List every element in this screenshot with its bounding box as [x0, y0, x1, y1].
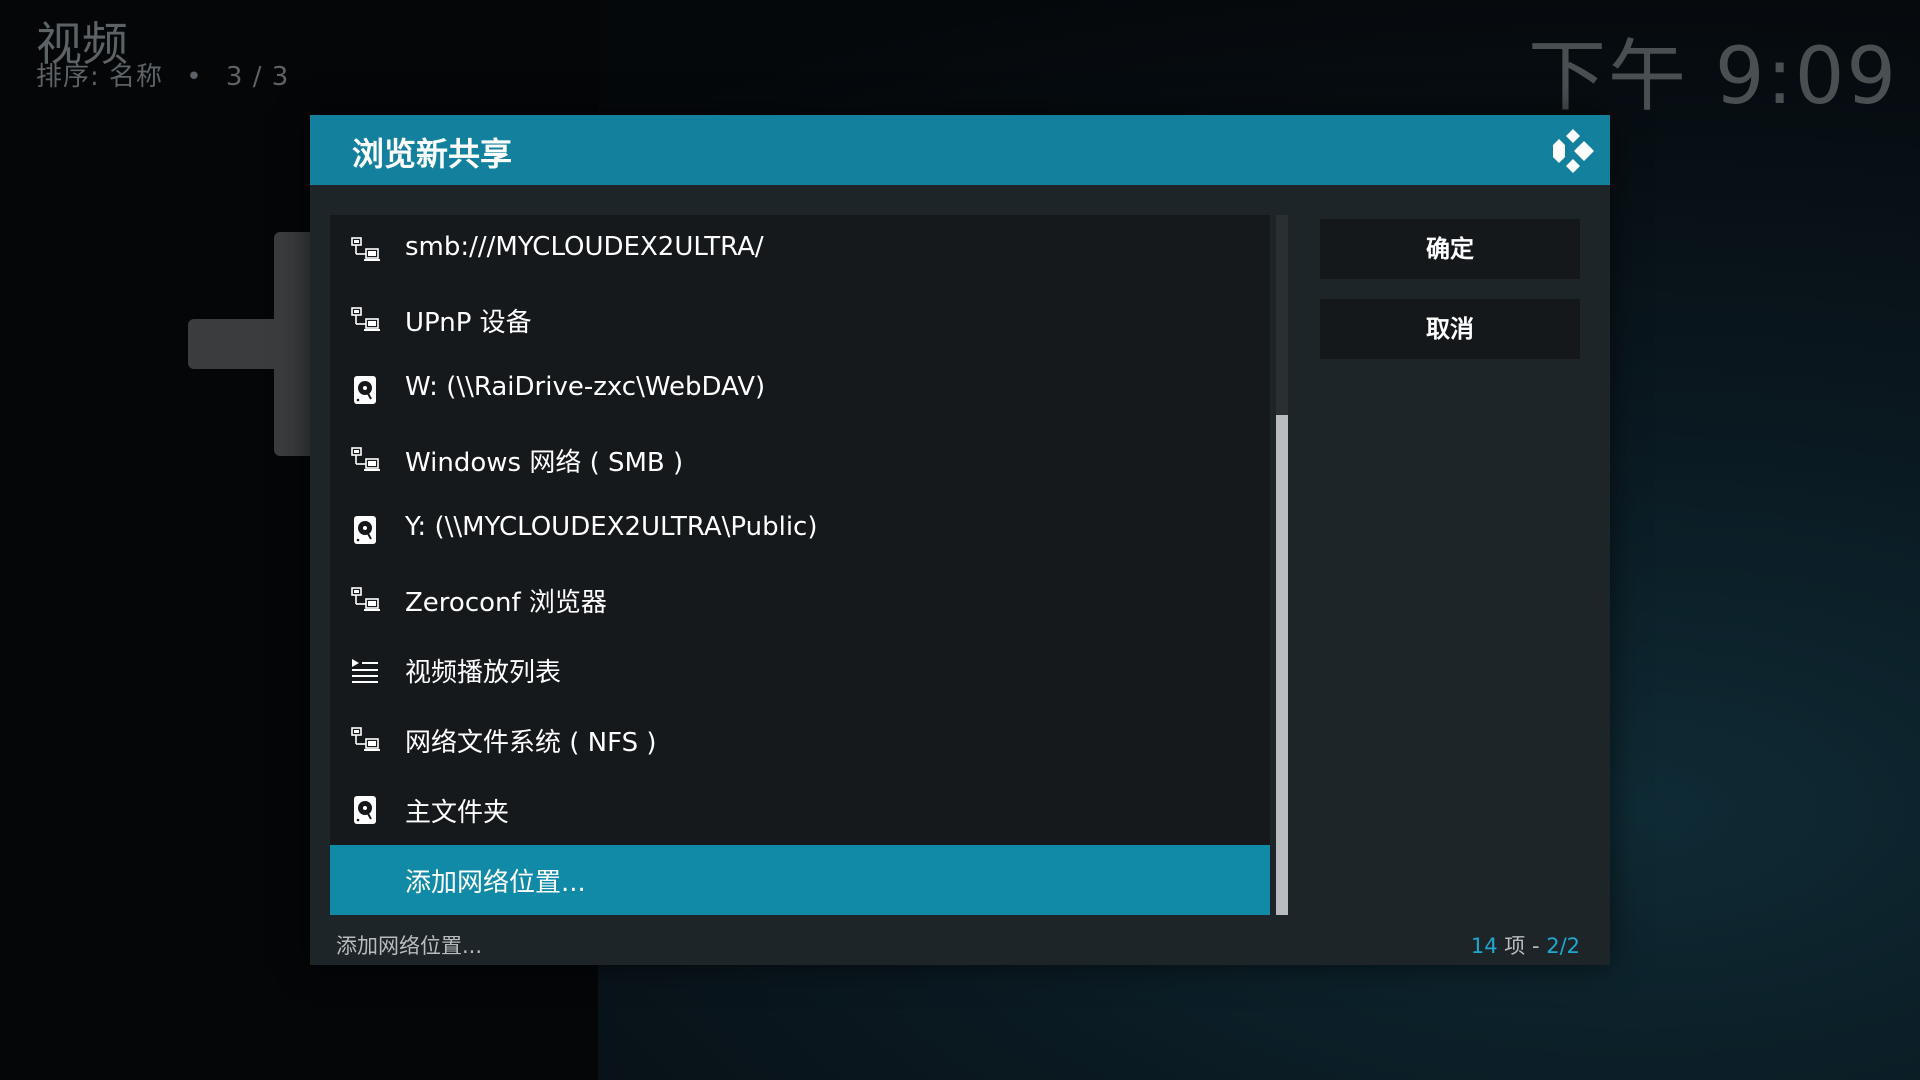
selected-item-label: 添加网络位置... — [336, 934, 483, 958]
scrollbar-thumb[interactable] — [1276, 415, 1288, 915]
network-icon — [350, 725, 380, 755]
list-item[interactable]: 网络文件系统 ( NFS ) — [330, 705, 1270, 775]
list-item[interactable]: W: (\\RaiDrive-zxc\WebDAV) — [330, 355, 1270, 425]
dialog-header: 浏览新共享 — [310, 115, 1610, 185]
network-icon — [350, 445, 380, 475]
browse-share-dialog: 浏览新共享 smb:///MYCLOUDEX2ULTRA/UPnP 设备 W: (… — [310, 115, 1610, 965]
list-item[interactable]: 添加网络位置... — [330, 845, 1270, 915]
list-item-label: smb:///MYCLOUDEX2ULTRA/ — [405, 232, 764, 262]
background-plus-horizontal — [188, 319, 328, 369]
scrollbar[interactable] — [1276, 215, 1288, 915]
network-icon — [350, 235, 380, 265]
hard-drive-icon — [350, 515, 380, 545]
list-item[interactable]: UPnP 设备 — [330, 285, 1270, 355]
source-list: smb:///MYCLOUDEX2ULTRA/UPnP 设备 W: (\\RaiD… — [330, 215, 1270, 915]
list-item-label: UPnP 设备 — [405, 308, 532, 338]
ok-button[interactable]: 确定 — [1320, 219, 1580, 279]
list-item-label: 添加网络位置... — [405, 868, 586, 898]
sort-label: 排序: 名称 — [36, 62, 164, 92]
item-count-label: 项 — [1504, 934, 1526, 958]
list-item-label: Windows 网络 ( SMB ) — [405, 448, 684, 478]
list-item-label: 视频播放列表 — [405, 658, 562, 688]
list-item-label: Zeroconf 浏览器 — [405, 588, 607, 618]
bullet-separator: • — [186, 62, 203, 92]
position-indicator: 3 / 3 — [225, 62, 290, 92]
clock: 下午 9:09 — [1528, 32, 1898, 122]
list-item-label: Y: (\\MYCLOUDEX2ULTRA\Public) — [405, 512, 818, 542]
cancel-button[interactable]: 取消 — [1320, 299, 1580, 359]
dialog-title: 浏览新共享 — [352, 135, 513, 173]
list-item[interactable]: Y: (\\MYCLOUDEX2ULTRA\Public) — [330, 495, 1270, 565]
list-item[interactable]: 主文件夹 — [330, 775, 1270, 845]
hard-drive-icon — [350, 375, 380, 405]
list-item[interactable]: Zeroconf 浏览器 — [330, 565, 1270, 635]
playlist-icon — [350, 655, 380, 685]
list-item[interactable]: smb:///MYCLOUDEX2ULTRA/ — [330, 215, 1270, 285]
count-separator: - — [1531, 934, 1540, 958]
list-item-label: 网络文件系统 ( NFS ) — [405, 728, 657, 758]
network-icon — [350, 585, 380, 615]
list-item-label: 主文件夹 — [405, 798, 510, 828]
item-count-number: 14 — [1470, 934, 1498, 958]
list-item[interactable]: Windows 网络 ( SMB ) — [330, 425, 1270, 495]
kodi-logo-icon — [1553, 129, 1594, 173]
page-indicator: 2/2 — [1546, 934, 1580, 958]
hard-drive-icon — [350, 795, 380, 825]
item-count: 14 项 - 2/2 — [1471, 930, 1580, 960]
list-item[interactable]: 视频播放列表 — [330, 635, 1270, 705]
network-icon — [350, 305, 380, 335]
sort-info: 排序: 名称 • 3 / 3 — [36, 56, 289, 93]
list-item-label: W: (\\RaiDrive-zxc\WebDAV) — [405, 372, 766, 402]
